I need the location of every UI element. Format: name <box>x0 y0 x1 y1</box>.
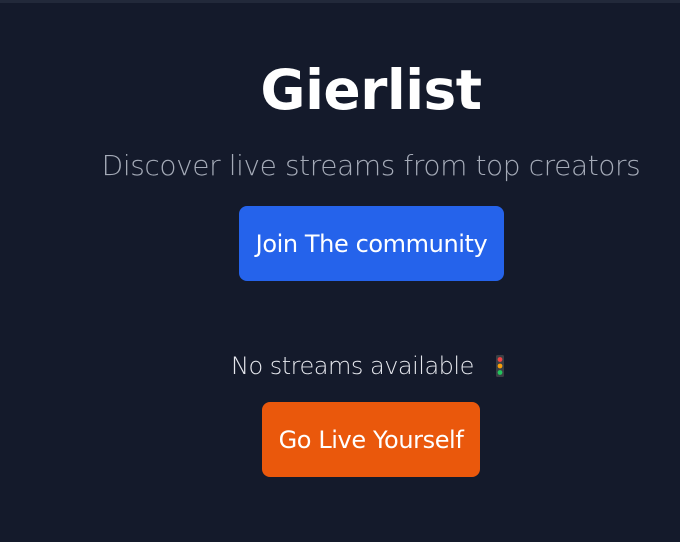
join-community-button[interactable]: Join The community <box>239 206 504 281</box>
app-title: Gierlist <box>260 58 482 122</box>
no-streams-message: No streams available <box>231 352 474 380</box>
window-top-edge <box>0 0 680 3</box>
traffic-light-icon <box>495 355 504 377</box>
join-community-label: Join The community <box>255 229 488 258</box>
go-live-label: Go Live Yourself <box>278 425 464 454</box>
go-live-button[interactable]: Go Live Yourself <box>262 402 480 477</box>
tagline: Discover live streams from top creators <box>101 149 641 182</box>
no-streams-status: No streams available <box>231 348 504 384</box>
